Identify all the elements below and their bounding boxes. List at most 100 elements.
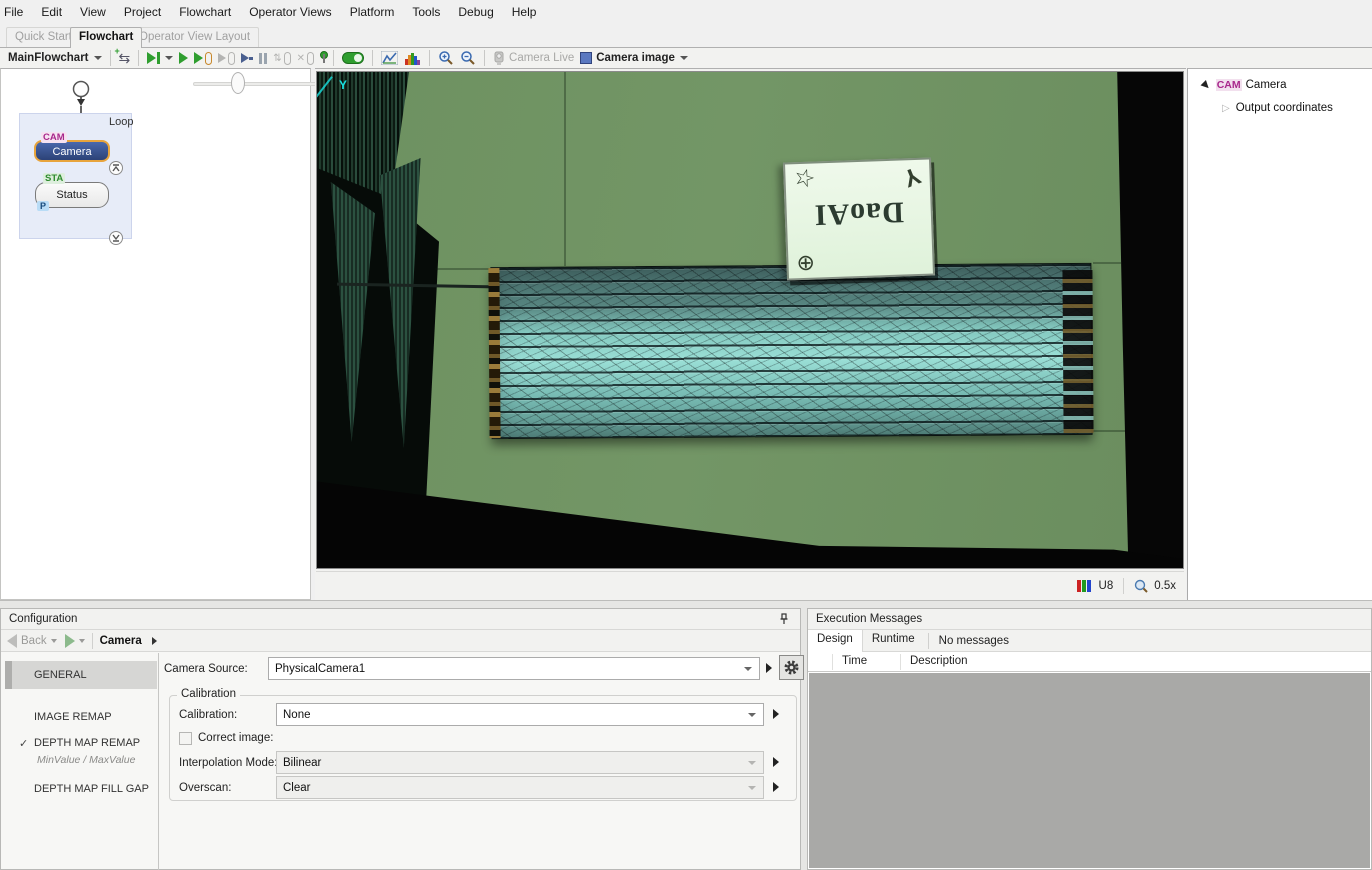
loop-run-icon[interactable]: ⇆+ xyxy=(116,49,134,68)
chevron-down-icon xyxy=(748,713,756,717)
execution-messages-header: Execution Messages xyxy=(808,609,1371,630)
y-arrow-doodle: Y xyxy=(899,160,924,192)
step-over-icon[interactable] xyxy=(215,49,238,68)
background-shadow-right xyxy=(1113,72,1183,568)
step-run-icon[interactable] xyxy=(144,49,176,68)
gear-icon xyxy=(783,659,800,676)
pin-button[interactable] xyxy=(776,611,792,627)
tab-runtime[interactable]: Runtime xyxy=(863,630,924,652)
chevron-down-icon xyxy=(748,761,756,765)
heat-exchanger-coil xyxy=(490,263,1092,439)
expand-loop-button[interactable] xyxy=(109,231,123,245)
loop-container[interactable] xyxy=(19,113,132,239)
calibration-advanced-arrow[interactable] xyxy=(773,709,779,719)
execution-messages-panel: Execution Messages Design Runtime No mes… xyxy=(807,608,1372,870)
overscan-combo[interactable]: Clear xyxy=(276,776,764,799)
pause-icon[interactable] xyxy=(256,49,270,68)
interpolation-mode-label: Interpolation Mode: xyxy=(179,757,277,769)
menu-project[interactable]: Project xyxy=(120,2,175,22)
toggle-on-icon[interactable] xyxy=(339,49,367,68)
calibration-label: Calibration: xyxy=(179,709,237,721)
interpolation-mode-combo[interactable]: Bilinear xyxy=(276,751,764,774)
run-until-icon[interactable] xyxy=(191,49,215,68)
horizontal-splitter[interactable] xyxy=(0,600,1372,608)
configuration-panel: Configuration Back Camera GENERAL IMAGE … xyxy=(0,608,801,870)
start-node[interactable] xyxy=(74,82,89,97)
messages-status-text: No messages xyxy=(928,633,1009,649)
back-button[interactable] xyxy=(7,634,17,648)
menu-file[interactable]: File xyxy=(0,2,37,22)
menu-help[interactable]: Help xyxy=(508,2,551,22)
sidebar-item-general[interactable]: GENERAL xyxy=(5,661,157,689)
run-icon[interactable] xyxy=(176,49,191,68)
sticky-note-text: DaoAI xyxy=(786,194,931,233)
loop-label: Loop xyxy=(109,116,306,128)
flowchart-node-camera[interactable]: Camera xyxy=(34,140,110,162)
image-status-bar: U8 0.5x xyxy=(316,571,1184,599)
menu-view[interactable]: View xyxy=(76,2,120,22)
menu-edit[interactable]: Edit xyxy=(37,2,76,22)
cancel-step-icon[interactable]: ✕ xyxy=(294,49,317,68)
interpolation-advanced-arrow[interactable] xyxy=(773,757,779,767)
camera-source-advanced-arrow[interactable] xyxy=(766,663,772,673)
zoom-in-icon[interactable] xyxy=(435,49,457,68)
flowchart-selector-label: MainFlowchart xyxy=(8,52,89,64)
camera-image-view: ☆ Y DaoAI ⊕ Y xyxy=(316,71,1184,569)
camera-live-button[interactable]: Camera Live xyxy=(490,49,577,68)
column-header-description[interactable]: Description xyxy=(910,655,968,667)
application-window: File Edit View Project Flowchart Operato… xyxy=(0,0,1372,870)
background-shadow-bottom xyxy=(317,476,1183,568)
toolbar-separator xyxy=(484,50,485,66)
messages-grid-header: Time Description xyxy=(808,652,1371,672)
camera-source-combo[interactable]: PhysicalCamera1 xyxy=(268,657,760,680)
axis-y-label: Y xyxy=(339,78,347,92)
camera-image-dropdown[interactable]: Camera image xyxy=(577,49,691,68)
menu-flowchart[interactable]: Flowchart xyxy=(175,2,245,22)
histogram-icon[interactable] xyxy=(401,49,424,68)
menu-debug[interactable]: Debug xyxy=(454,2,507,22)
tab-operator-view-layout[interactable]: Operator View Layout xyxy=(130,27,259,47)
line-chart-icon[interactable] xyxy=(378,49,401,68)
menu-tools[interactable]: Tools xyxy=(408,2,454,22)
camera-node-badge: CAM xyxy=(41,132,67,143)
expanded-triangle-icon[interactable]: ▶ xyxy=(1199,78,1212,91)
menu-platform[interactable]: Platform xyxy=(346,2,409,22)
sidebar-item-image-remap[interactable]: IMAGE REMAP xyxy=(5,703,157,731)
breakpoint-icon[interactable] xyxy=(317,49,328,68)
flowchart-selector-dropdown[interactable]: MainFlowchart xyxy=(5,49,105,68)
tab-flowchart[interactable]: Flowchart xyxy=(70,27,142,48)
tree-item-camera[interactable]: ▶ CAM Camera xyxy=(1202,79,1287,91)
forward-button[interactable] xyxy=(65,634,75,648)
column-header-time[interactable]: Time xyxy=(842,655,867,667)
sidebar-item-depth-map-fill-gap[interactable]: DEPTH MAP FILL GAP xyxy=(5,775,157,803)
forward-history-dropdown[interactable] xyxy=(79,639,85,643)
overscan-advanced-arrow[interactable] xyxy=(773,782,779,792)
collapse-node-button[interactable] xyxy=(109,161,123,175)
main-tab-bar: Quick Start Flowchart Operator View Layo… xyxy=(0,27,1372,47)
zoom-out-icon[interactable] xyxy=(457,49,479,68)
step-out-icon[interactable]: ⇅ xyxy=(270,49,293,68)
menu-bar: File Edit View Project Flowchart Operato… xyxy=(0,0,1372,23)
back-history-dropdown[interactable] xyxy=(51,639,57,643)
tree-item-output-coordinates[interactable]: ▷ Output coordinates xyxy=(1222,102,1333,114)
flowchart-canvas[interactable]: Loop CAM Camera STA Status P xyxy=(0,68,311,600)
tab-design[interactable]: Design xyxy=(808,630,863,652)
pin-icon xyxy=(779,613,789,625)
overscan-label: Overscan: xyxy=(179,782,231,794)
collapsed-triangle-icon[interactable]: ▷ xyxy=(1222,103,1230,114)
chevron-down-icon xyxy=(680,56,688,60)
chevron-down-icon xyxy=(111,233,121,243)
breadcrumb[interactable]: Camera xyxy=(100,635,142,647)
correct-image-checkbox[interactable] xyxy=(179,732,192,745)
execution-tab-bar: Design Runtime No messages xyxy=(808,630,1371,652)
run-to-cursor-icon[interactable] xyxy=(238,49,256,68)
breadcrumb-arrow-icon[interactable] xyxy=(152,637,157,645)
camera-image-label: Camera image xyxy=(596,52,675,64)
calibration-combo[interactable]: None xyxy=(276,703,764,726)
messages-grid-body xyxy=(809,673,1370,868)
sticky-note: ☆ Y DaoAI ⊕ xyxy=(783,157,935,280)
camera-settings-button[interactable] xyxy=(779,655,804,680)
sidebar-item-depth-map-remap[interactable]: DEPTH MAP REMAP xyxy=(5,729,157,757)
toolbar-separator xyxy=(110,50,111,66)
menu-operator-views[interactable]: Operator Views xyxy=(245,2,345,22)
